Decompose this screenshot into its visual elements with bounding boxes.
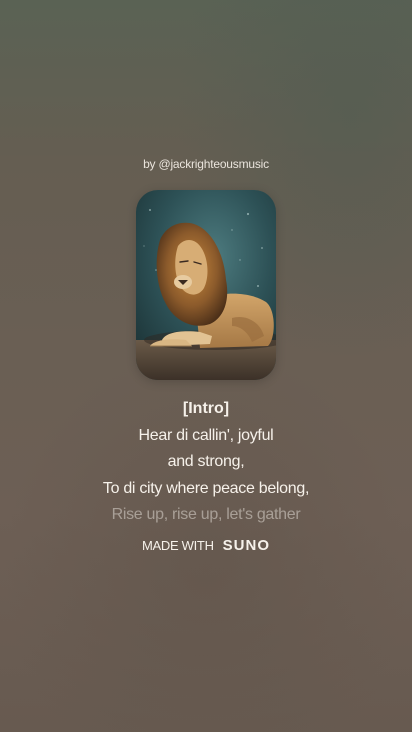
lyric-line: To di city where peace belong, [102,479,310,497]
lyric-line: and strong, [167,453,245,470]
made-with-label: MADE WITH [141,538,214,553]
made-with-suno-link[interactable]: MADE WITH SUNO [0,537,412,554]
album-cover [136,190,276,380]
lyric-line: Rise up, rise up, let's gather [111,506,301,523]
lyric-line: Hear di callin', joyful [138,426,274,444]
lyrics-block: [Intro] Hear di callin', joyful and stro… [0,396,412,529]
lyric-section-label: [Intro] [182,400,230,417]
share-screen: by @jackrighteousmusic [Intro] Hear di c… [0,0,412,732]
suno-logo: SUNO [222,537,271,554]
lion-artwork-icon [136,190,276,380]
artist-byline[interactable]: by @jackrighteousmusic [0,157,412,171]
